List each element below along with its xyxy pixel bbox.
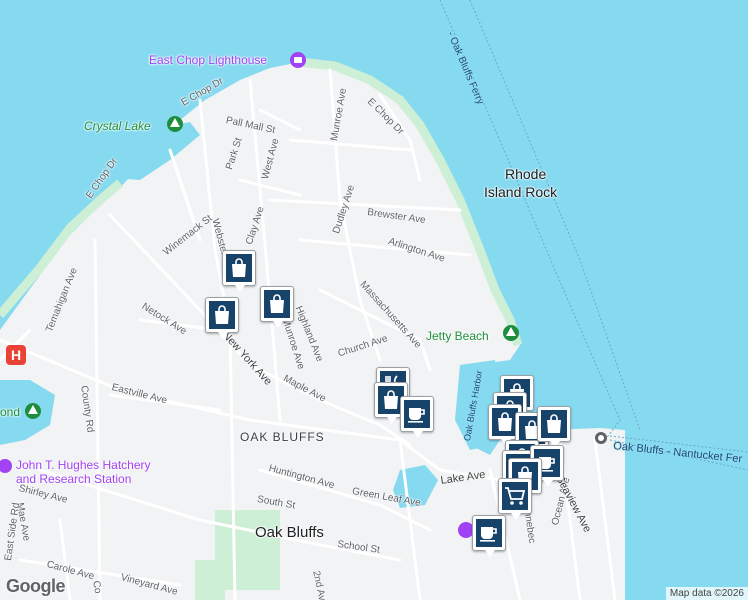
map-canvas[interactable]: H East Chop Lighthouse Crystal Lake Rhod… xyxy=(0,0,748,600)
map-attribution[interactable]: Map data ©2026 xyxy=(665,587,748,600)
bag-icon xyxy=(264,290,290,318)
rhode-island-rock-label-2: Island Rock xyxy=(484,184,558,200)
oak-bluffs-area-label: OAK BLUFFS xyxy=(240,430,325,444)
park-2 xyxy=(195,560,225,600)
google-logo[interactable]: Google xyxy=(6,576,66,597)
bag-icon xyxy=(226,254,252,282)
cart-icon xyxy=(502,482,528,510)
coffee-icon xyxy=(404,400,430,428)
hatchery-label-2[interactable]: and Research Station xyxy=(16,472,131,486)
oak-bluffs-town-label: Oak Bluffs xyxy=(255,524,324,541)
bag-icon xyxy=(541,410,567,438)
east-chop-lighthouse-label[interactable]: East Chop Lighthouse xyxy=(149,53,267,67)
bag-icon xyxy=(209,301,235,329)
street-label: Co xyxy=(90,579,104,595)
map-marker-cart[interactable] xyxy=(498,478,532,520)
jetty-beach-label[interactable]: Jetty Beach xyxy=(426,329,489,343)
crystal-lake-label[interactable]: Crystal Lake xyxy=(84,119,151,133)
hatchery-label-1[interactable]: John T. Hughes Hatchery xyxy=(16,458,151,472)
pond-label[interactable]: ond xyxy=(0,405,20,419)
map-marker-bag[interactable] xyxy=(537,406,571,448)
svg-text:H: H xyxy=(11,347,21,363)
rhode-island-rock-label-1: Rhode xyxy=(505,166,547,182)
map-marker-bag[interactable] xyxy=(260,286,294,328)
map-marker-coffee[interactable] xyxy=(400,396,434,438)
map-marker-bag[interactable] xyxy=(222,250,256,292)
map-marker-coffee[interactable] xyxy=(472,515,506,557)
coffee-icon xyxy=(476,519,502,547)
map-marker-bag[interactable] xyxy=(205,297,239,339)
